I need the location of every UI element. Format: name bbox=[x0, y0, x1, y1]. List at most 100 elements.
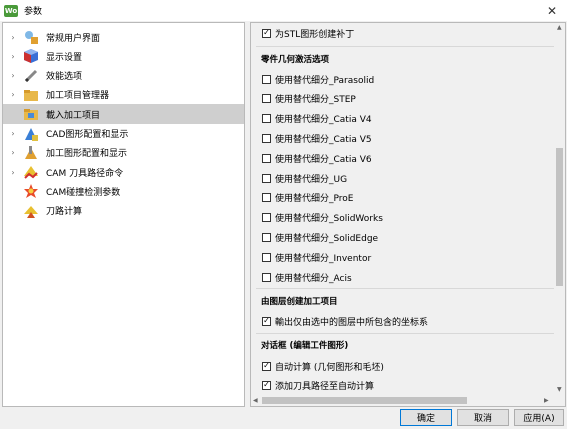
tree-item-label: 效能选项 bbox=[46, 72, 83, 83]
option-label: 輸出仅由选中的图层中所包含的坐标系 bbox=[275, 317, 429, 328]
scroll-right-icon[interactable]: ▶ bbox=[544, 397, 549, 404]
toolpath-icon bbox=[23, 164, 39, 180]
checkbox-option[interactable]: 使用替代细分_Acis bbox=[262, 270, 352, 284]
option-label: 使用替代细分_Acis bbox=[275, 273, 352, 284]
checkbox-option[interactable]: 使用替代细分_SolidWorks bbox=[262, 211, 383, 225]
checkbox-option[interactable]: ✓ 添加刀具路径至自动计算 bbox=[262, 378, 374, 392]
close-button[interactable]: ✕ bbox=[537, 0, 567, 21]
checkbox[interactable] bbox=[262, 153, 271, 163]
tree-item-label: 显示设置 bbox=[46, 52, 83, 63]
section-title-layers: 由图层创建加工项目 bbox=[261, 297, 338, 307]
option-label: 使用替代细分_Catia V4 bbox=[275, 115, 372, 126]
tree-item-label: CAM 刀具路径命令 bbox=[46, 168, 124, 179]
user-interface-icon bbox=[23, 29, 39, 45]
calculation-icon bbox=[23, 203, 39, 219]
checkbox[interactable] bbox=[262, 114, 271, 124]
tree-item[interactable]: › 显示设置 bbox=[3, 46, 244, 66]
load-folder-icon bbox=[23, 106, 39, 122]
window-title: 参数 bbox=[24, 7, 43, 17]
tree-item[interactable]: 載入加工项目 bbox=[3, 104, 244, 125]
checkbox[interactable]: ✓ bbox=[262, 316, 271, 326]
scroll-up-icon[interactable]: ▲ bbox=[557, 24, 562, 31]
checkbox[interactable] bbox=[262, 133, 271, 143]
app-icon: Wo bbox=[4, 4, 18, 17]
scroll-down-icon[interactable]: ▼ bbox=[557, 386, 562, 393]
cancel-button[interactable]: 取消 bbox=[457, 409, 509, 426]
tree-item-label: 加工项目管理器 bbox=[46, 91, 110, 102]
checkbox-option[interactable]: ✓ 自动计算 (几何图形和毛坯) bbox=[262, 359, 384, 373]
tree-item[interactable]: CAM碰撞检测参数 bbox=[3, 181, 244, 201]
display-cube-icon bbox=[23, 48, 39, 64]
folder-icon bbox=[23, 87, 39, 103]
checkbox-option[interactable]: 使用替代细分_UG bbox=[262, 171, 347, 185]
section-title-part-geometry: 零件几何激活选项 bbox=[261, 55, 330, 65]
checkbox-option[interactable]: 使用替代细分_Catia V6 bbox=[262, 151, 372, 165]
layer-coord-option[interactable]: ✓ 輸出仅由选中的图层中所包含的坐标系 bbox=[262, 314, 428, 328]
pencil-icon bbox=[23, 68, 39, 84]
vertical-scroll-thumb[interactable] bbox=[556, 148, 563, 286]
tree-item[interactable]: › CAM 刀具路径命令 bbox=[3, 162, 244, 182]
checkbox[interactable] bbox=[262, 193, 271, 203]
options-panel: ✓ 为STL图形创建补丁 零件几何激活选项 使用替代细分_Parasolid 使用… bbox=[250, 22, 566, 407]
close-icon: ✕ bbox=[546, 3, 558, 18]
option-label: 使用替代细分_Inventor bbox=[275, 253, 372, 264]
ok-button[interactable]: 确定 bbox=[400, 409, 452, 426]
option-label: 使用替代细分_STEP bbox=[275, 95, 356, 106]
tree-item[interactable]: › CAD图形配置和显示 bbox=[3, 124, 244, 144]
checkbox[interactable]: ✓ bbox=[262, 361, 271, 371]
option-label: 使用替代细分_SolidWorks bbox=[275, 214, 383, 225]
chevron-right-icon[interactable]: › bbox=[9, 129, 17, 138]
title-bar: Wo 参数 ✕ bbox=[0, 0, 567, 21]
tree-item[interactable]: 刀路计算 bbox=[3, 201, 244, 221]
horizontal-scroll-thumb[interactable] bbox=[262, 397, 467, 404]
checkbox[interactable] bbox=[262, 173, 271, 183]
checkbox[interactable] bbox=[262, 232, 271, 242]
chevron-right-icon[interactable]: › bbox=[9, 33, 17, 42]
horizontal-scrollbar[interactable]: ◀ ▶ bbox=[251, 395, 554, 406]
divider bbox=[256, 46, 554, 47]
checkbox-option[interactable]: 使用替代细分_Parasolid bbox=[262, 72, 374, 86]
tree-item-label: 常规用户界面 bbox=[46, 33, 101, 44]
checkbox[interactable] bbox=[262, 74, 271, 84]
checkbox[interactable]: ✓ bbox=[262, 28, 271, 38]
stl-patch-option[interactable]: ✓ 为STL图形创建补丁 bbox=[262, 26, 354, 40]
checkbox-option[interactable]: 使用替代细分_ProE bbox=[262, 191, 353, 205]
option-label: 使用替代细分_UG bbox=[275, 174, 348, 185]
checkbox[interactable] bbox=[262, 272, 271, 282]
chevron-right-icon[interactable]: › bbox=[9, 90, 17, 99]
checkbox-option[interactable]: 使用替代细分_Inventor bbox=[262, 250, 371, 264]
checkbox-option[interactable]: 使用替代细分_STEP bbox=[262, 92, 356, 106]
checkbox[interactable] bbox=[262, 252, 271, 262]
checkbox-option[interactable]: 使用替代细分_SolidEdge bbox=[262, 230, 378, 244]
category-tree: › 常规用户界面 › 显示设置 › 效能选项 › 加工项目管理器 載入加工项目 › CAD图形配置和… bbox=[2, 22, 245, 407]
vertical-scrollbar[interactable]: ▲ ▼ bbox=[554, 23, 565, 395]
chevron-right-icon[interactable]: › bbox=[9, 148, 17, 157]
chevron-right-icon[interactable]: › bbox=[9, 52, 17, 61]
tree-item[interactable]: › 常规用户界面 bbox=[3, 27, 244, 47]
tree-item-label: 刀路计算 bbox=[46, 207, 83, 218]
apply-button[interactable]: 应用(A) bbox=[514, 409, 564, 426]
option-label: 使用替代细分_Catia V5 bbox=[275, 134, 372, 145]
checkbox-option[interactable]: 使用替代细分_Catia V4 bbox=[262, 112, 372, 126]
cad-icon bbox=[23, 126, 39, 142]
option-label: 使用替代细分_ProE bbox=[275, 194, 354, 205]
tree-item-label: 加工图形配置和显示 bbox=[46, 149, 128, 160]
checkbox[interactable]: ✓ bbox=[262, 380, 271, 390]
section-title-dialog: 对话框 (编辑工件图形) bbox=[261, 341, 349, 351]
scroll-left-icon[interactable]: ◀ bbox=[253, 397, 258, 404]
checkbox[interactable] bbox=[262, 94, 271, 104]
tree-item[interactable]: › 加工项目管理器 bbox=[3, 85, 244, 105]
tree-item-label: 載入加工项目 bbox=[46, 110, 101, 121]
chevron-right-icon[interactable]: › bbox=[9, 71, 17, 80]
chevron-right-icon[interactable]: › bbox=[9, 168, 17, 177]
option-label: 使用替代细分_Catia V6 bbox=[275, 154, 372, 165]
checkbox-option[interactable]: 使用替代细分_Catia V5 bbox=[262, 131, 372, 145]
divider bbox=[256, 333, 554, 334]
tree-item[interactable]: › 效能选项 bbox=[3, 66, 244, 86]
machining-icon bbox=[23, 145, 39, 161]
option-label: 使用替代细分_SolidEdge bbox=[275, 233, 379, 244]
tree-item-label: CAD图形配置和显示 bbox=[46, 130, 129, 140]
checkbox[interactable] bbox=[262, 213, 271, 223]
option-label: 添加刀具路径至自动计算 bbox=[275, 381, 375, 392]
tree-item[interactable]: › 加工图形配置和显示 bbox=[3, 143, 244, 163]
